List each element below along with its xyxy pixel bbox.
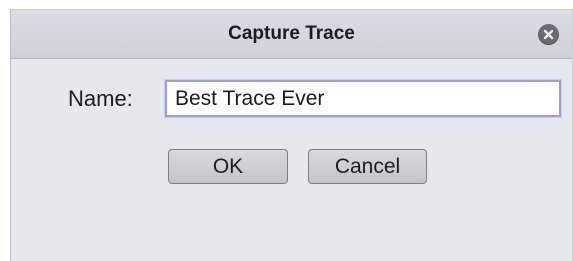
capture-trace-dialog: Capture Trace Name: OK Cancel [10, 9, 573, 261]
dialog-title: Capture Trace [228, 23, 355, 44]
close-icon [543, 29, 554, 40]
dialog-titlebar: Capture Trace [11, 10, 572, 59]
name-input[interactable] [165, 80, 561, 117]
ok-button[interactable]: OK [168, 149, 288, 184]
cancel-button[interactable]: Cancel [308, 149, 427, 184]
name-label: Name: [68, 86, 133, 111]
close-button[interactable] [538, 24, 559, 45]
